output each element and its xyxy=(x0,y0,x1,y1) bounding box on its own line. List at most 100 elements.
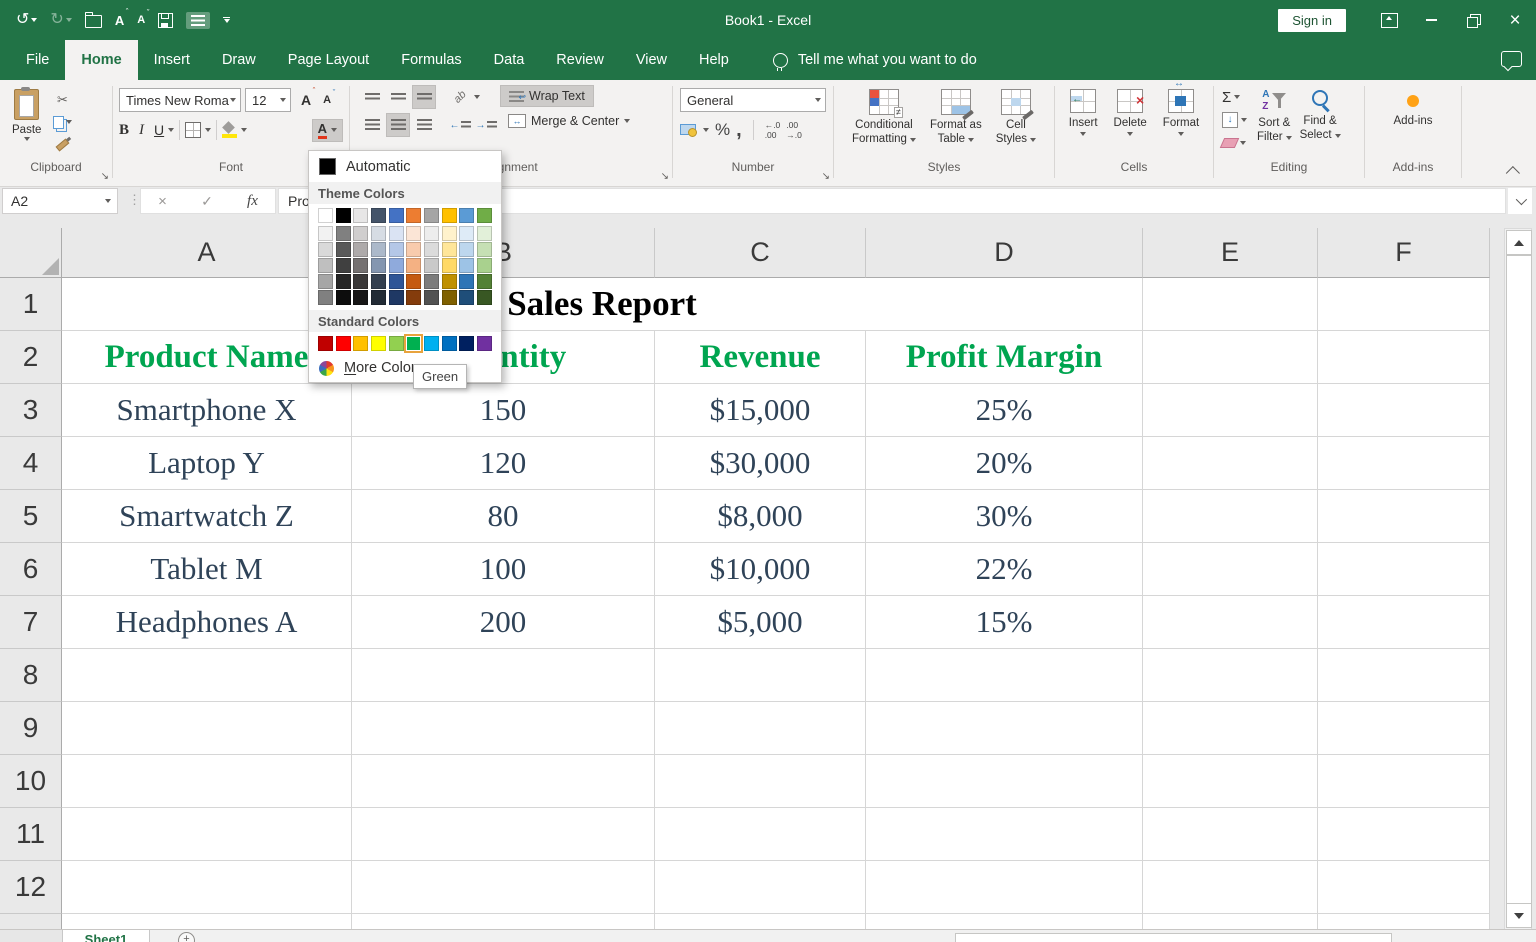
sign-in-button[interactable]: Sign in xyxy=(1278,9,1346,32)
wrap-text-button[interactable]: Wrap Text xyxy=(500,85,594,107)
standard-color-yellow[interactable] xyxy=(371,336,386,351)
cell-a7[interactable]: Headphones A xyxy=(62,596,352,649)
alignment-dialog-launcher[interactable]: ↘ xyxy=(661,172,669,182)
format-cells-button[interactable]: ↔ Format xyxy=(1159,87,1203,160)
grow-font-button[interactable]: Aˆ xyxy=(301,93,311,107)
theme-color-swatch-4[interactable] xyxy=(389,208,404,223)
cell-c4[interactable]: $30,000 xyxy=(655,437,866,490)
row-header-2[interactable]: 2 xyxy=(0,331,62,384)
cell-f10[interactable] xyxy=(1318,755,1490,808)
cell-b3[interactable]: 150 xyxy=(352,384,655,437)
row-header-9[interactable]: 9 xyxy=(0,702,62,755)
restore-button[interactable] xyxy=(1452,0,1494,40)
more-colors-item[interactable]: More Colors... xyxy=(309,354,501,382)
theme-variant-swatch-5-4[interactable] xyxy=(406,290,421,305)
cell-b5[interactable]: 80 xyxy=(352,490,655,543)
accounting-dropdown-icon[interactable] xyxy=(703,128,709,132)
cell-f7[interactable] xyxy=(1318,596,1490,649)
top-align-button[interactable] xyxy=(360,85,384,109)
cell-a11[interactable] xyxy=(62,808,352,861)
underline-dropdown-icon[interactable] xyxy=(168,128,174,132)
cell-f12[interactable] xyxy=(1318,861,1490,914)
theme-variant-swatch-3-4[interactable] xyxy=(371,290,386,305)
percent-style-button[interactable]: % xyxy=(715,120,730,140)
decrease-indent-button[interactable]: ← xyxy=(448,113,472,137)
theme-variant-swatch-8-4[interactable] xyxy=(459,290,474,305)
increase-indent-button[interactable]: → xyxy=(474,113,498,137)
cell-f8[interactable] xyxy=(1318,649,1490,702)
center-button[interactable] xyxy=(386,113,410,137)
cell-d3[interactable]: 25% xyxy=(866,384,1143,437)
cell-c5[interactable]: $8,000 xyxy=(655,490,866,543)
expand-formula-bar-button[interactable] xyxy=(1508,188,1532,214)
row-header-5[interactable]: 5 xyxy=(0,490,62,543)
row-header-1[interactable]: 1 xyxy=(0,278,62,331)
cell-e4[interactable] xyxy=(1143,437,1318,490)
cell-a3[interactable]: Smartphone X xyxy=(62,384,352,437)
theme-variant-swatch-5-1[interactable] xyxy=(406,242,421,257)
theme-variant-swatch-1-0[interactable] xyxy=(336,226,351,241)
cell-b11[interactable] xyxy=(352,808,655,861)
cell-styles-button[interactable]: CellStyles xyxy=(992,87,1040,160)
redo-dropdown-icon[interactable] xyxy=(66,18,72,22)
cell-d12[interactable] xyxy=(866,861,1143,914)
fill-color-dropdown-icon[interactable] xyxy=(241,128,247,132)
cell-d8[interactable] xyxy=(866,649,1143,702)
clipboard-dialog-launcher[interactable]: ↘ xyxy=(101,172,109,182)
theme-variant-swatch-7-2[interactable] xyxy=(442,258,457,273)
row-header-11[interactable]: 11 xyxy=(0,808,62,861)
theme-variant-swatch-8-2[interactable] xyxy=(459,258,474,273)
tab-draw[interactable]: Draw xyxy=(206,40,272,80)
cell-a10[interactable] xyxy=(62,755,352,808)
ribbon-display-options-button[interactable] xyxy=(1368,0,1410,40)
borders-dropdown-icon[interactable] xyxy=(205,128,211,132)
paste-button[interactable]: Paste xyxy=(8,87,45,160)
cell-a1-title[interactable]: Sales Report xyxy=(62,278,1143,331)
tell-me-box[interactable]: Tell me what you want to do xyxy=(773,40,977,80)
theme-variant-swatch-7-0[interactable] xyxy=(442,226,457,241)
cancel-button[interactable]: × xyxy=(158,194,167,209)
theme-variant-swatch-2-2[interactable] xyxy=(353,258,368,273)
standard-color-light-green[interactable] xyxy=(389,336,404,351)
standard-color-dark-blue[interactable] xyxy=(459,336,474,351)
theme-variant-swatch-0-3[interactable] xyxy=(318,274,333,289)
theme-variant-swatch-6-4[interactable] xyxy=(424,290,439,305)
select-all-corner[interactable] xyxy=(0,228,62,278)
standard-color-red[interactable] xyxy=(336,336,351,351)
orientation-button[interactable]: ab xyxy=(448,85,472,109)
theme-color-swatch-1[interactable] xyxy=(336,208,351,223)
cell-a12[interactable] xyxy=(62,861,352,914)
undo-button[interactable]: ↺ xyxy=(16,12,37,28)
align-right-button[interactable] xyxy=(412,113,436,137)
theme-variant-swatch-1-3[interactable] xyxy=(336,274,351,289)
name-box-dropdown-icon[interactable] xyxy=(105,199,111,203)
cell-f1[interactable] xyxy=(1318,278,1490,331)
cell-b10[interactable] xyxy=(352,755,655,808)
cell-b6[interactable]: 100 xyxy=(352,543,655,596)
orientation-dropdown-icon[interactable] xyxy=(474,95,480,99)
open-button[interactable] xyxy=(85,12,102,28)
theme-variant-swatch-6-3[interactable] xyxy=(424,274,439,289)
standard-color-purple[interactable] xyxy=(477,336,492,351)
standard-color-blue[interactable] xyxy=(442,336,457,351)
comments-icon[interactable] xyxy=(1501,51,1522,67)
middle-align-button[interactable] xyxy=(386,85,410,109)
autosum-button[interactable]: Σ xyxy=(1222,87,1247,107)
theme-variant-swatch-5-0[interactable] xyxy=(406,226,421,241)
theme-variant-swatch-0-0[interactable] xyxy=(318,226,333,241)
conditional-formatting-button[interactable]: ≠ ConditionalFormatting xyxy=(848,87,920,160)
redo-button[interactable]: ↻ xyxy=(50,12,71,28)
cell-e1[interactable] xyxy=(1143,278,1318,331)
theme-variant-swatch-7-4[interactable] xyxy=(442,290,457,305)
cell-c7[interactable]: $5,000 xyxy=(655,596,866,649)
tab-data[interactable]: Data xyxy=(478,40,541,80)
theme-color-swatch-2[interactable] xyxy=(353,208,368,223)
name-box[interactable]: A2 xyxy=(2,188,118,214)
theme-variant-swatch-3-1[interactable] xyxy=(371,242,386,257)
addins-button[interactable]: Add-ins xyxy=(1390,87,1437,160)
cell-e8[interactable] xyxy=(1143,649,1318,702)
italic-button[interactable]: I xyxy=(139,122,144,139)
new-sheet-button[interactable]: + xyxy=(178,932,195,942)
row-header-3[interactable]: 3 xyxy=(0,384,62,437)
theme-variant-swatch-9-4[interactable] xyxy=(477,290,492,305)
